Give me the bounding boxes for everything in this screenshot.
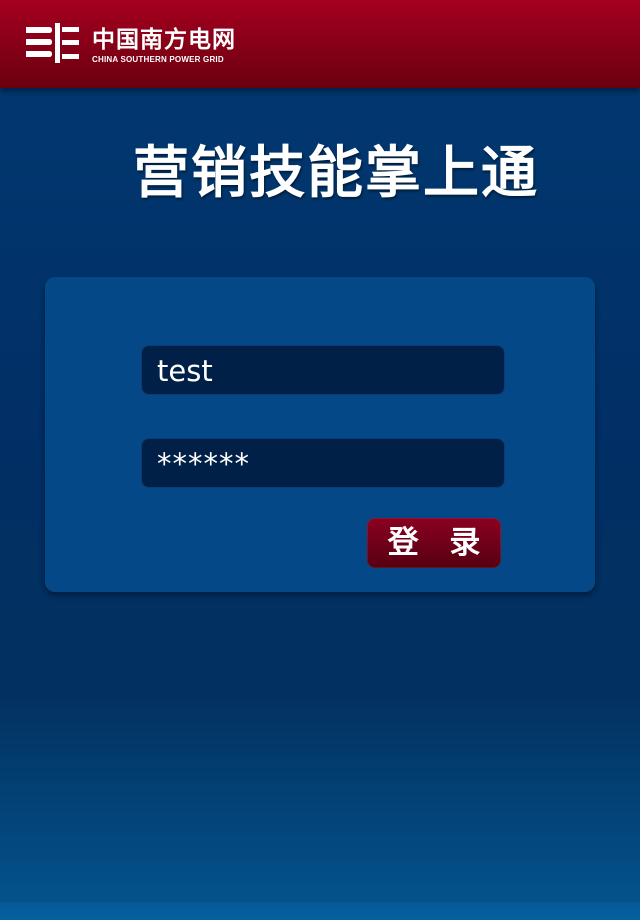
login-button[interactable]: 登 录 bbox=[367, 518, 501, 568]
app-title: 营销技能掌上通 bbox=[133, 141, 539, 206]
power-grid-logo-icon bbox=[26, 23, 79, 63]
username-input[interactable]: test bbox=[141, 345, 505, 395]
logo-chinese-text: 中国南方电网 bbox=[92, 27, 236, 53]
app-header: 中国南方电网 CHINA SOUTHERN POWER GRID bbox=[0, 0, 640, 88]
login-panel: test ****** 登 录 bbox=[45, 277, 595, 592]
company-logo: 中国南方电网 CHINA SOUTHERN POWER GRID bbox=[24, 18, 284, 68]
password-input[interactable]: ****** bbox=[141, 438, 505, 488]
logo-english-text: CHINA SOUTHERN POWER GRID bbox=[92, 55, 224, 64]
bottom-strip bbox=[0, 902, 640, 920]
